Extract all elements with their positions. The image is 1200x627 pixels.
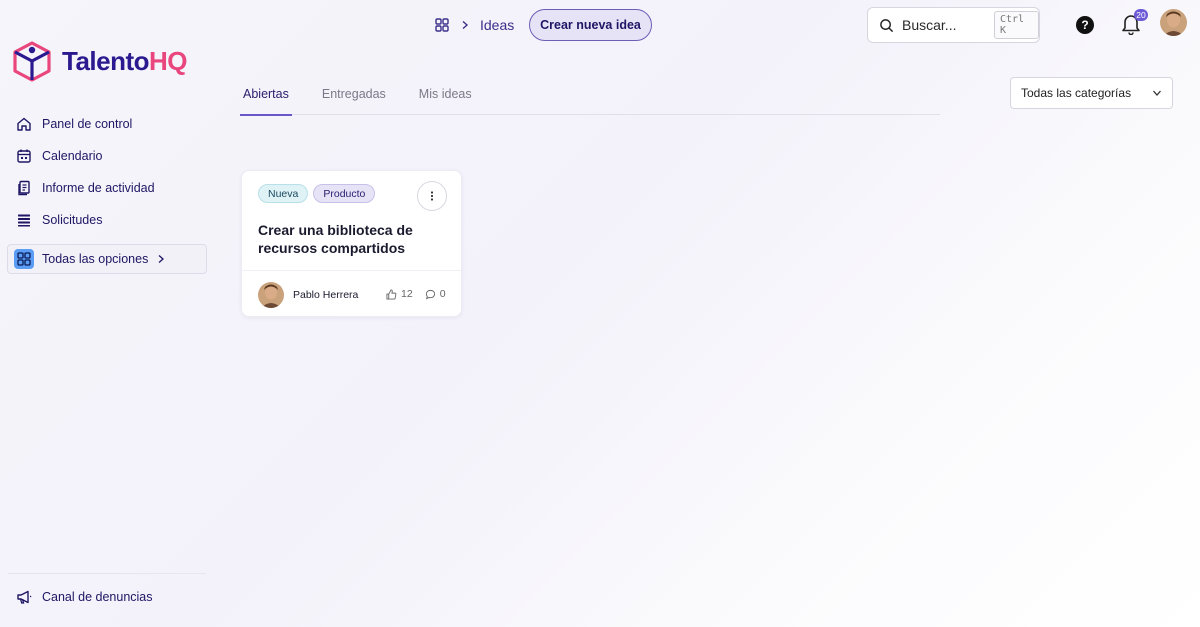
help-icon[interactable]: ? bbox=[1076, 16, 1094, 34]
breadcrumb: Ideas bbox=[434, 14, 514, 36]
category-filter-select[interactable]: Todas las categorías bbox=[1010, 77, 1173, 109]
card-divider bbox=[242, 270, 461, 271]
idea-tags: Nueva Producto bbox=[258, 184, 376, 203]
create-idea-button[interactable]: Crear nueva idea bbox=[529, 9, 652, 41]
sidebar-item-label: Panel de control bbox=[42, 117, 133, 131]
calendar-icon bbox=[17, 149, 31, 163]
avatar-image bbox=[1160, 9, 1187, 36]
breadcrumb-current[interactable]: Ideas bbox=[480, 17, 514, 33]
more-vertical-icon bbox=[430, 191, 434, 201]
sidebar-item-panel[interactable]: Panel de control bbox=[8, 108, 208, 140]
author-name: Pablo Herrera bbox=[293, 289, 359, 301]
grid-icon bbox=[14, 249, 34, 269]
idea-card[interactable]: Nueva Producto Crear una biblioteca de r… bbox=[241, 170, 462, 317]
comment-icon bbox=[425, 289, 435, 300]
tab-my-ideas[interactable]: Mis ideas bbox=[416, 72, 475, 115]
idea-stats: 12 0 bbox=[386, 288, 446, 300]
sidebar-nav: Panel de control Calendario Informe de a… bbox=[8, 108, 208, 236]
notification-count-badge: 20 bbox=[1134, 9, 1148, 21]
brand-logo[interactable]: TalentoHQ bbox=[12, 40, 188, 82]
idea-title[interactable]: Crear una biblioteca de recursos compart… bbox=[258, 221, 448, 257]
sidebar-item-label: Todas las opciones bbox=[42, 252, 149, 266]
brand-name: TalentoHQ bbox=[62, 45, 188, 76]
user-avatar[interactable] bbox=[1160, 9, 1187, 36]
search-icon bbox=[880, 18, 894, 32]
sidebar-item-calendar[interactable]: Calendario bbox=[8, 140, 208, 172]
sidebar-item-all-options[interactable]: Todas las opciones bbox=[7, 244, 207, 274]
card-menu-button[interactable] bbox=[417, 181, 447, 211]
likes-stat[interactable]: 12 bbox=[386, 288, 413, 300]
sidebar-item-requests[interactable]: Solicitudes bbox=[8, 204, 208, 236]
status-badge: Nueva bbox=[258, 184, 309, 203]
category-badge: Producto bbox=[313, 184, 376, 203]
search-input[interactable] bbox=[902, 17, 986, 33]
idea-author: Pablo Herrera bbox=[258, 282, 358, 308]
notifications-button[interactable]: 20 bbox=[1121, 9, 1148, 36]
sidebar-item-label: Informe de actividad bbox=[42, 181, 155, 195]
author-avatar bbox=[258, 282, 284, 308]
megaphone-icon bbox=[17, 590, 32, 604]
grid-icon[interactable] bbox=[434, 17, 450, 33]
thumbs-up-icon bbox=[386, 288, 397, 300]
comments-stat[interactable]: 0 bbox=[425, 288, 446, 300]
tab-delivered[interactable]: Entregadas bbox=[319, 72, 389, 115]
chevron-down-icon bbox=[1153, 90, 1161, 96]
sidebar-item-label: Calendario bbox=[42, 149, 103, 163]
sidebar: TalentoHQ Panel de control Calendario In… bbox=[0, 0, 215, 627]
chevron-right-icon bbox=[462, 20, 469, 30]
sidebar-item-whistleblower-channel[interactable]: Canal de denuncias bbox=[16, 589, 153, 605]
list-icon bbox=[18, 214, 30, 227]
cube-person-logo-icon bbox=[13, 41, 51, 82]
search-box[interactable]: Ctrl K bbox=[867, 7, 1040, 43]
idea-tabs: Abiertas Entregadas Mis ideas bbox=[240, 72, 940, 116]
likes-count: 12 bbox=[401, 288, 413, 300]
chevron-right-icon bbox=[158, 255, 165, 263]
report-icon bbox=[18, 180, 30, 196]
sidebar-item-label: Canal de denuncias bbox=[42, 590, 153, 604]
app-root: TalentoHQ Panel de control Calendario In… bbox=[0, 0, 1200, 627]
category-filter-value: Todas las categorías bbox=[1021, 86, 1132, 100]
search-shortcut: Ctrl K bbox=[994, 11, 1039, 39]
sidebar-item-label: Solicitudes bbox=[42, 213, 103, 227]
home-icon bbox=[17, 117, 31, 131]
comments-count: 0 bbox=[439, 288, 446, 300]
sidebar-item-activity-report[interactable]: Informe de actividad bbox=[8, 172, 208, 204]
sidebar-divider bbox=[8, 573, 206, 574]
tab-open[interactable]: Abiertas bbox=[240, 72, 292, 116]
